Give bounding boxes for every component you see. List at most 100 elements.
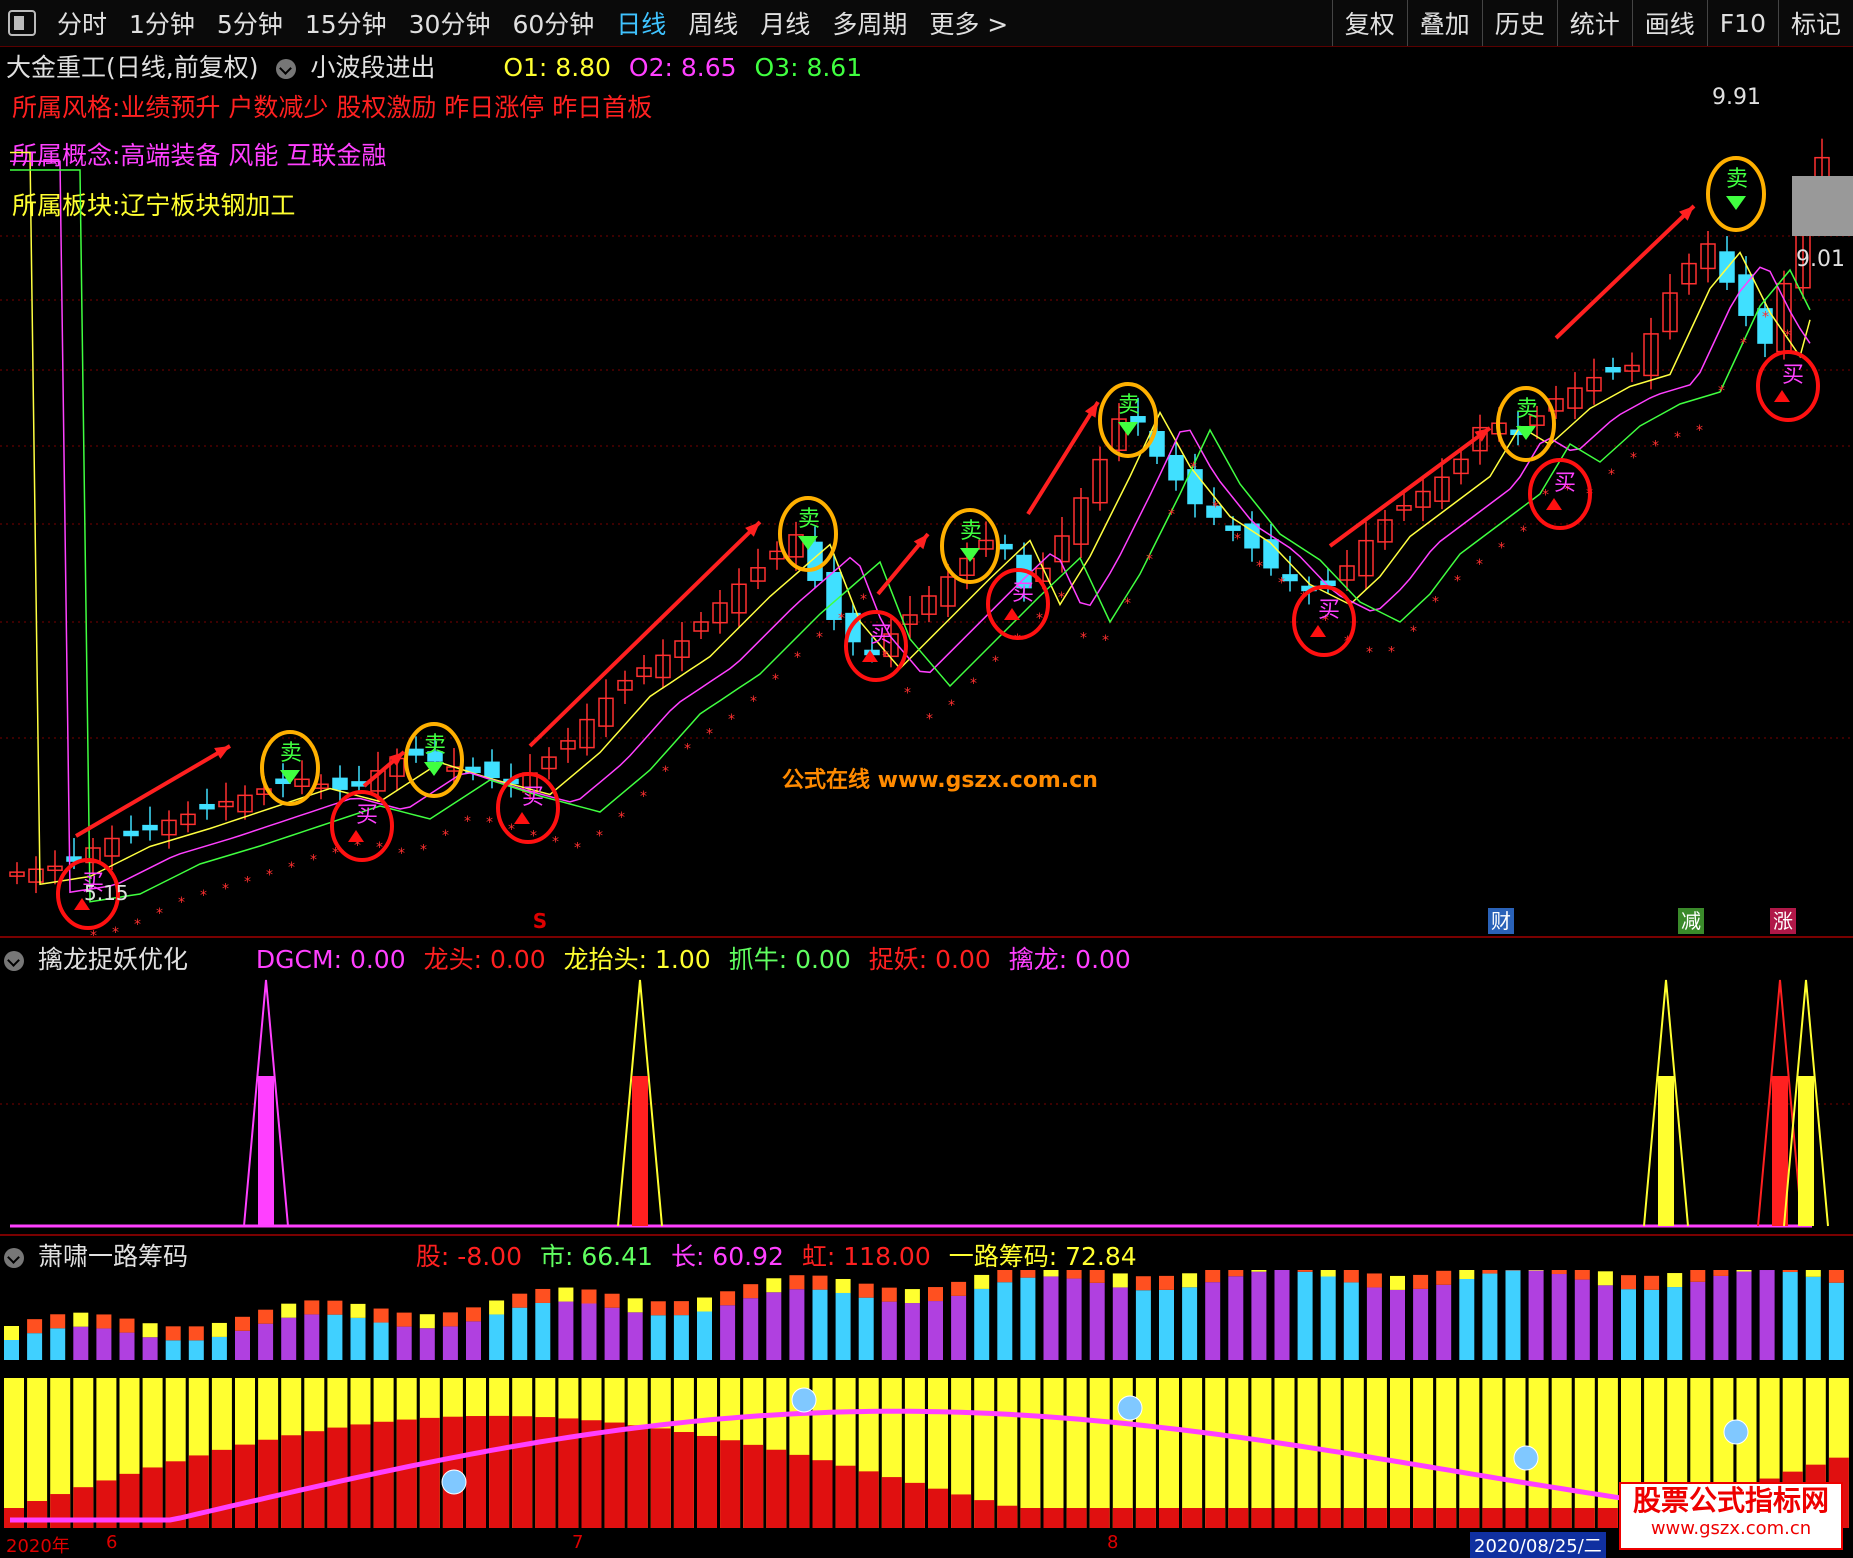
support-star: * — [1762, 310, 1769, 326]
chip-bar-top — [651, 1315, 666, 1360]
chip-bar-top — [1598, 1285, 1613, 1360]
chip-bar-red — [27, 1501, 47, 1528]
toolbar-button-1[interactable]: 叠加 — [1407, 0, 1482, 46]
trend-arrow-icon — [1028, 402, 1098, 514]
chip-cap — [1321, 1270, 1336, 1277]
chip-ball-icon — [442, 1470, 466, 1494]
chip-bar-red — [859, 1471, 879, 1528]
candlestick-chart[interactable]: ****************************************… — [0, 46, 1853, 936]
support-star: * — [1058, 590, 1065, 606]
chip-bar-red — [997, 1506, 1017, 1528]
chip-bar-red — [605, 1423, 625, 1528]
chip-bar-top — [1182, 1287, 1197, 1360]
chip-cap — [1690, 1270, 1705, 1282]
chip-cap — [489, 1300, 504, 1314]
chip-cap — [1159, 1276, 1174, 1290]
tab-timeframe-0[interactable]: 分时 — [57, 5, 107, 41]
tab-timeframe-1[interactable]: 1分钟 — [129, 5, 195, 41]
chip-bar-red — [928, 1489, 948, 1528]
chip-bar-yellow — [1205, 1378, 1225, 1528]
support-star: * — [1652, 438, 1659, 454]
tab-timeframe-9[interactable]: 多周期 — [832, 5, 907, 41]
collapse-icon[interactable] — [4, 1248, 24, 1268]
support-star: * — [1388, 645, 1395, 661]
month-7: 7 — [572, 1532, 583, 1553]
signal-bar — [632, 1076, 648, 1226]
tab-timeframe-6[interactable]: 日线 — [616, 5, 666, 41]
chip-bar-red — [1506, 1508, 1526, 1528]
chip-bar-top — [50, 1328, 65, 1360]
panel3-title[interactable]: 萧啸一路筹码 — [38, 1242, 188, 1271]
chip-bar-red — [813, 1460, 833, 1528]
chip-cap — [1020, 1270, 1035, 1278]
buy-arrow-icon — [348, 830, 364, 842]
support-star: * — [838, 611, 845, 627]
panel2-value-2: 龙抬头: 1.00 — [564, 945, 711, 974]
chip-bar-top — [766, 1292, 781, 1360]
event-badge-reduce[interactable]: 减 — [1678, 908, 1704, 934]
event-badge-fin[interactable]: 财 — [1488, 908, 1514, 934]
support-star: * — [1476, 557, 1483, 573]
tab-timeframe-7[interactable]: 周线 — [688, 5, 738, 41]
chip-ball-icon — [1724, 1420, 1748, 1444]
sell-arrow-icon — [424, 762, 444, 776]
dragon-indicator-chart[interactable] — [0, 976, 1853, 1232]
chip-cap — [351, 1304, 366, 1318]
support-star: * — [1784, 328, 1791, 344]
toolbar-button-0[interactable]: 复权 — [1332, 0, 1407, 46]
toolbar-button-5[interactable]: F10 — [1707, 0, 1778, 46]
chip-bar-top — [951, 1296, 966, 1360]
chip-cap — [905, 1289, 920, 1303]
chip-cap — [327, 1301, 342, 1315]
toolbar-button-6[interactable]: 标记 — [1778, 0, 1853, 46]
window-icon[interactable] — [8, 10, 36, 36]
chip-cap — [397, 1313, 412, 1327]
sell-arrow-icon — [1726, 196, 1746, 210]
chip-bar-top — [605, 1308, 620, 1360]
chip-bar-red — [697, 1436, 717, 1528]
toolbar-button-2[interactable]: 历史 — [1482, 0, 1557, 46]
tab-timeframe-4[interactable]: 30分钟 — [409, 5, 491, 41]
divider-1 — [0, 936, 1853, 938]
tab-timeframe-5[interactable]: 60分钟 — [512, 5, 594, 41]
support-star: * — [1234, 532, 1241, 548]
support-star: * — [970, 676, 977, 692]
chip-cap — [628, 1298, 643, 1312]
collapse-icon[interactable] — [4, 951, 24, 971]
tab-timeframe-8[interactable]: 月线 — [760, 5, 810, 41]
panel2-title[interactable]: 擒龙捉妖优化 — [38, 945, 188, 974]
chip-cap — [1436, 1271, 1451, 1285]
chip-bar-yellow — [1182, 1378, 1202, 1528]
chip-bar-top — [1390, 1290, 1405, 1360]
toolbar-button-4[interactable]: 画线 — [1632, 0, 1707, 46]
chip-cap — [4, 1326, 19, 1340]
sell-arrow-icon — [1118, 422, 1138, 436]
chip-bar-top — [327, 1315, 342, 1360]
panel2-header: 擒龙捉妖优化 DGCM: 0.00龙头: 0.00龙抬头: 1.00抓牛: 0.… — [4, 940, 1149, 976]
chip-cap — [1344, 1270, 1359, 1282]
chip-bar-top — [1090, 1283, 1105, 1360]
chip-bar-red — [1529, 1508, 1549, 1528]
chip-bar-red — [512, 1416, 532, 1528]
chip-bar-top — [1113, 1287, 1128, 1360]
support-star: * — [772, 672, 779, 688]
chip-indicator-chart[interactable] — [0, 1270, 1853, 1532]
event-badge-limit[interactable]: 涨 — [1770, 908, 1796, 934]
tab-timeframe-2[interactable]: 5分钟 — [217, 5, 283, 41]
tab-timeframe-3[interactable]: 15分钟 — [305, 5, 387, 41]
right-toolbar: 复权叠加历史统计画线F10标记 — [1332, 0, 1853, 46]
toolbar-button-3[interactable]: 统计 — [1557, 0, 1632, 46]
support-star: * — [794, 650, 801, 666]
timeframe-tabs: 分时 1分钟 5分钟 15分钟 30分钟 60分钟日线周线月线多周期更多 > — [46, 5, 1019, 41]
candle — [998, 545, 1012, 549]
tab-timeframe-10[interactable]: 更多 > — [929, 5, 1008, 41]
candle — [124, 832, 138, 836]
sell-arrow-icon — [960, 548, 980, 562]
chip-cap — [582, 1289, 597, 1303]
chip-cap — [789, 1275, 804, 1289]
chip-bar-top — [1552, 1274, 1567, 1360]
year-label: 2020年 — [6, 1532, 70, 1558]
chip-bar-top — [1367, 1287, 1382, 1360]
chip-cap — [1067, 1270, 1082, 1279]
chip-bar-red — [1436, 1508, 1456, 1528]
